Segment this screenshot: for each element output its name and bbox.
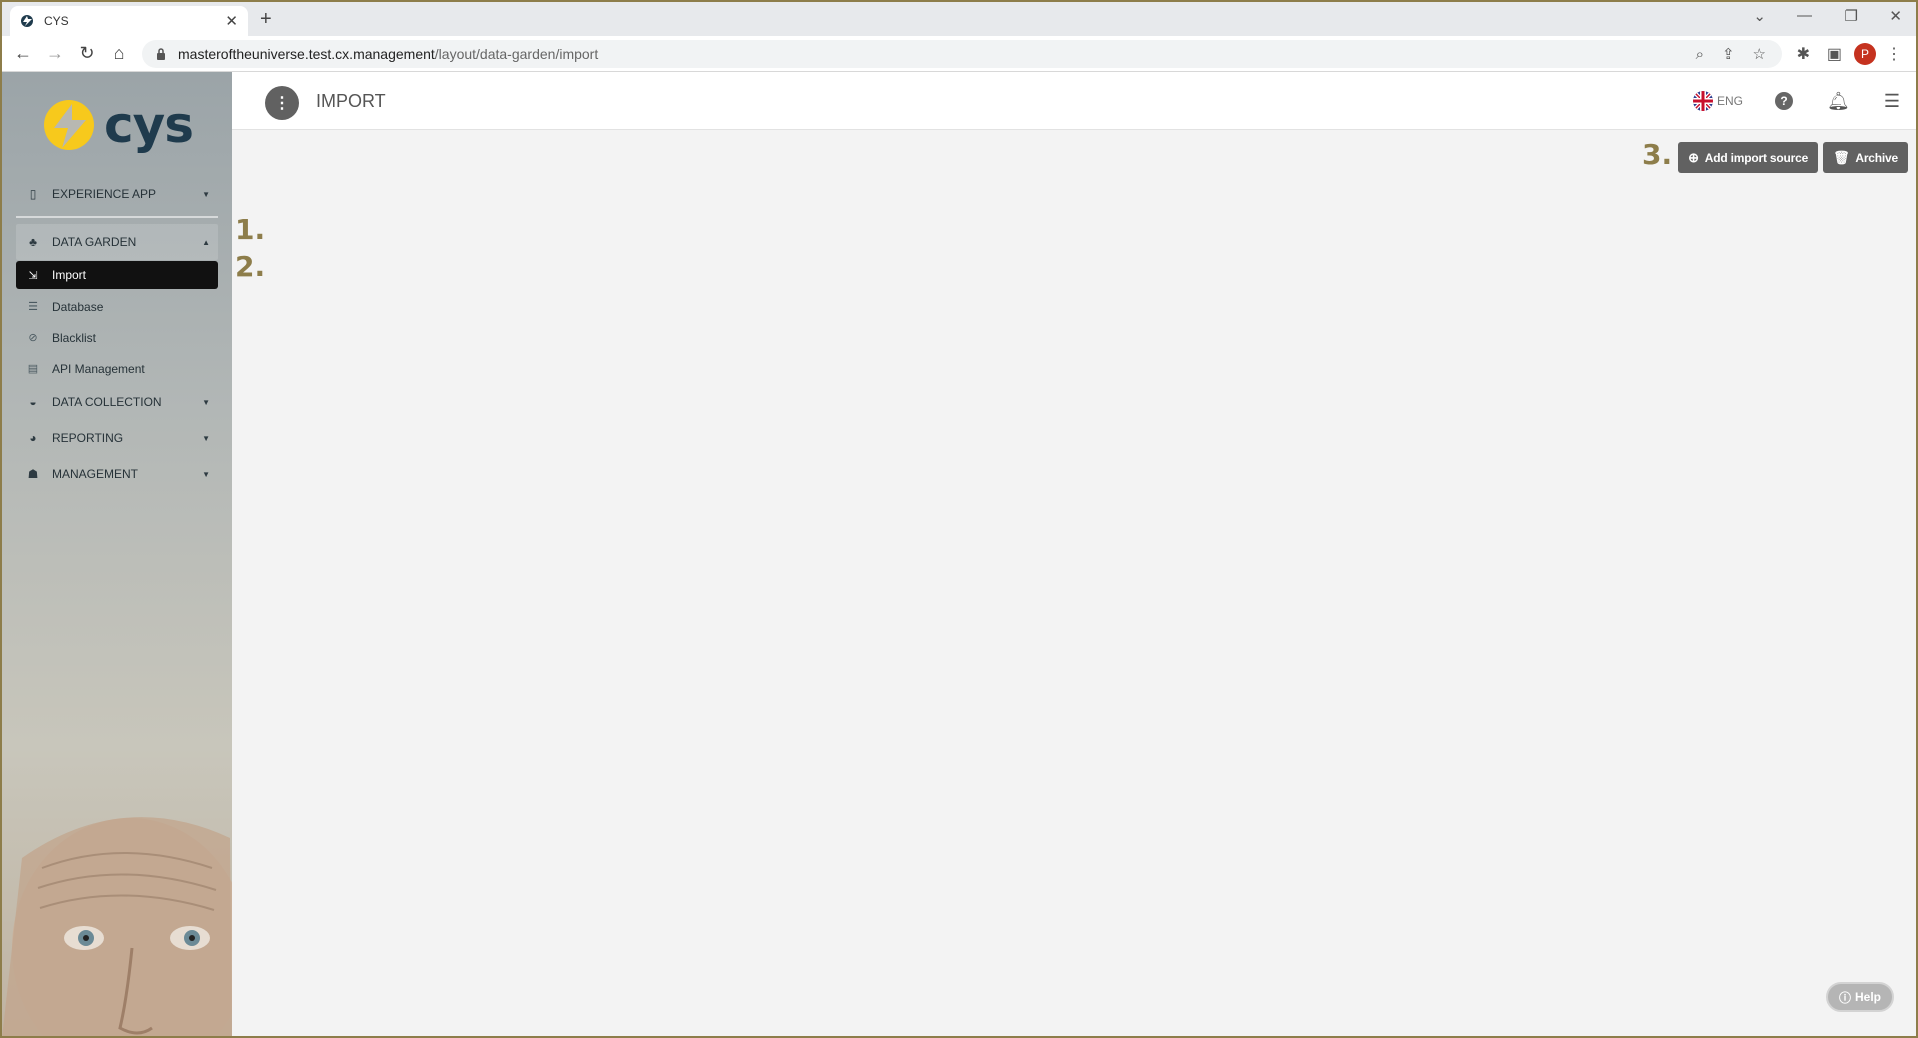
phone-icon: ▯ [29, 187, 37, 201]
sidebar-item-api-management[interactable]: ▤ API Management [16, 353, 218, 384]
language-selector[interactable]: ENG [1692, 91, 1743, 111]
sidebar-item-blacklist[interactable]: ⊘ Blacklist [16, 322, 218, 353]
language-label: ENG [1716, 94, 1743, 108]
sidebar-item-label: REPORTING [52, 431, 124, 445]
sidebar-item-data-collection[interactable]: ◒ DATA COLLECTION ▼ [16, 384, 218, 420]
caret-down-icon: ▼ [202, 469, 210, 479]
zoom-icon[interactable]: ⌕ [1696, 46, 1704, 63]
sidebar-background-photo [2, 817, 232, 1036]
toolbar: ⊕ Add import source 🗑︎ Archive [1678, 142, 1908, 173]
sidebar-item-label: API Management [52, 361, 145, 376]
annotation-three: 3. [1642, 138, 1673, 171]
sidebar-item-label: MANAGEMENT [52, 467, 139, 481]
lock-icon [157, 48, 165, 60]
cys-favicon-icon [21, 15, 33, 27]
tab-title: CYS [44, 14, 69, 28]
reload-icon[interactable]: ↻ [76, 43, 98, 64]
more-vert-icon[interactable]: ⋮ [265, 86, 299, 120]
sidebar: cys ▯ EXPERIENCE APP ▼ ♣ DATA GARDEN ▲ ⇲… [2, 72, 232, 1036]
annotation-one: 1. [235, 213, 266, 246]
page-title: IMPORT [316, 91, 386, 111]
main-content: ⋮ IMPORT ENG ? 🔔︎ ☰ ⊕ Add import source … [232, 72, 1916, 1036]
caret-down-icon: ▼ [202, 397, 210, 407]
sidebar-item-label: DATA GARDEN [52, 235, 137, 249]
pie-chart-icon: ◕ [29, 431, 37, 445]
header-actions: ENG ? 🔔︎ ☰ [1692, 86, 1900, 116]
tab-close-icon[interactable]: ✕ [225, 12, 238, 30]
url-host: masteroftheuniverse.test.cx.management [178, 46, 435, 62]
cys-logo-icon [44, 100, 94, 150]
caret-down-icon: ▼ [202, 433, 210, 443]
profile-avatar[interactable]: P [1854, 43, 1876, 65]
bell-icon[interactable]: 🔔︎ [1827, 91, 1850, 112]
new-tab-button[interactable]: + [260, 8, 272, 31]
tab-search-icon[interactable]: ⌄ [1753, 7, 1766, 25]
address-bar: ← → ↻ ⌂ masteroftheuniverse.test.cx.mana… [2, 36, 1916, 72]
bookmark-star-icon[interactable]: ☆ [1753, 45, 1766, 63]
ban-icon: ⊘ [28, 332, 38, 344]
sidebar-item-label: Blacklist [52, 330, 97, 345]
plus-circle-icon: ⊕ [1688, 149, 1699, 165]
sidebar-item-label: Database [52, 299, 104, 314]
sidebar-item-database[interactable]: ☰ Database [16, 291, 218, 322]
close-window-icon[interactable]: ✕ [1889, 7, 1902, 25]
back-icon[interactable]: ← [12, 43, 34, 64]
sidebar-item-label: EXPERIENCE APP [52, 187, 157, 201]
sidebar-nav: ▯ EXPERIENCE APP ▼ ♣ DATA GARDEN ▲ ⇲ Imp… [16, 176, 218, 492]
help-icon: ⓘ [1838, 990, 1851, 1005]
sidebar-item-import[interactable]: ⇲ Import [16, 261, 218, 289]
sidebar-item-experience-app[interactable]: ▯ EXPERIENCE APP ▼ [16, 176, 218, 212]
page-header: ⋮ IMPORT ENG ? 🔔︎ ☰ [232, 72, 1916, 130]
database-icon: ☰ [28, 301, 38, 313]
list-icon[interactable]: ☰ [1884, 91, 1900, 112]
help-label: Help [1855, 990, 1882, 1004]
help-circle-icon[interactable]: ? [1775, 92, 1793, 110]
cys-logo[interactable]: cys [42, 96, 194, 154]
sidebar-item-label: DATA COLLECTION [52, 395, 162, 409]
share-icon[interactable]: ⇪ [1722, 45, 1735, 63]
file-icon: ▤ [27, 363, 39, 375]
browser-tab[interactable]: CYS ✕ [10, 6, 248, 36]
browser-menu-icon[interactable]: ⋮ [1886, 44, 1902, 64]
url-field[interactable]: masteroftheuniverse.test.cx.management/l… [142, 40, 1782, 68]
add-import-source-button[interactable]: ⊕ Add import source [1678, 142, 1819, 173]
uk-flag-icon [1692, 91, 1713, 111]
trash-icon: 🗑︎ [1833, 149, 1850, 165]
annotation-two: 2. [235, 250, 266, 283]
restore-icon[interactable]: ❐ [1845, 7, 1858, 25]
user-icon: ☗ [27, 467, 39, 481]
archive-label: Archive [1855, 150, 1898, 165]
tree-icon: ♣ [29, 235, 37, 249]
divider [16, 216, 218, 218]
help-button[interactable]: ⓘ Help [1826, 982, 1894, 1012]
inbox-icon: ◒ [29, 395, 37, 409]
forward-icon[interactable]: → [44, 43, 66, 64]
logo-text: cys [104, 96, 194, 154]
sidebar-item-reporting[interactable]: ◕ REPORTING ▼ [16, 420, 218, 456]
tab-bar: CYS ✕ + ⌄ — ❐ ✕ [2, 2, 1916, 36]
extensions-icon[interactable]: ✱ [1797, 44, 1810, 64]
url-path: /layout/data-garden/import [434, 46, 599, 62]
sidebar-item-management[interactable]: ☗ MANAGEMENT ▼ [16, 456, 218, 492]
caret-up-icon: ▲ [202, 237, 210, 247]
import-icon: ⇲ [28, 269, 38, 282]
minimize-icon[interactable]: — [1797, 7, 1812, 24]
sidebar-item-data-garden[interactable]: ♣ DATA GARDEN ▲ [16, 224, 218, 260]
browser-window: CYS ✕ + ⌄ — ❐ ✕ ← → ↻ ⌂ masteroftheunive… [0, 0, 1918, 1038]
archive-button[interactable]: 🗑︎ Archive [1823, 142, 1908, 173]
side-panel-icon[interactable]: ▣ [1827, 44, 1842, 64]
add-import-source-label: Add import source [1704, 150, 1809, 165]
caret-down-icon: ▼ [202, 189, 210, 199]
sidebar-item-label: Import [52, 268, 87, 282]
home-icon[interactable]: ⌂ [108, 43, 130, 64]
